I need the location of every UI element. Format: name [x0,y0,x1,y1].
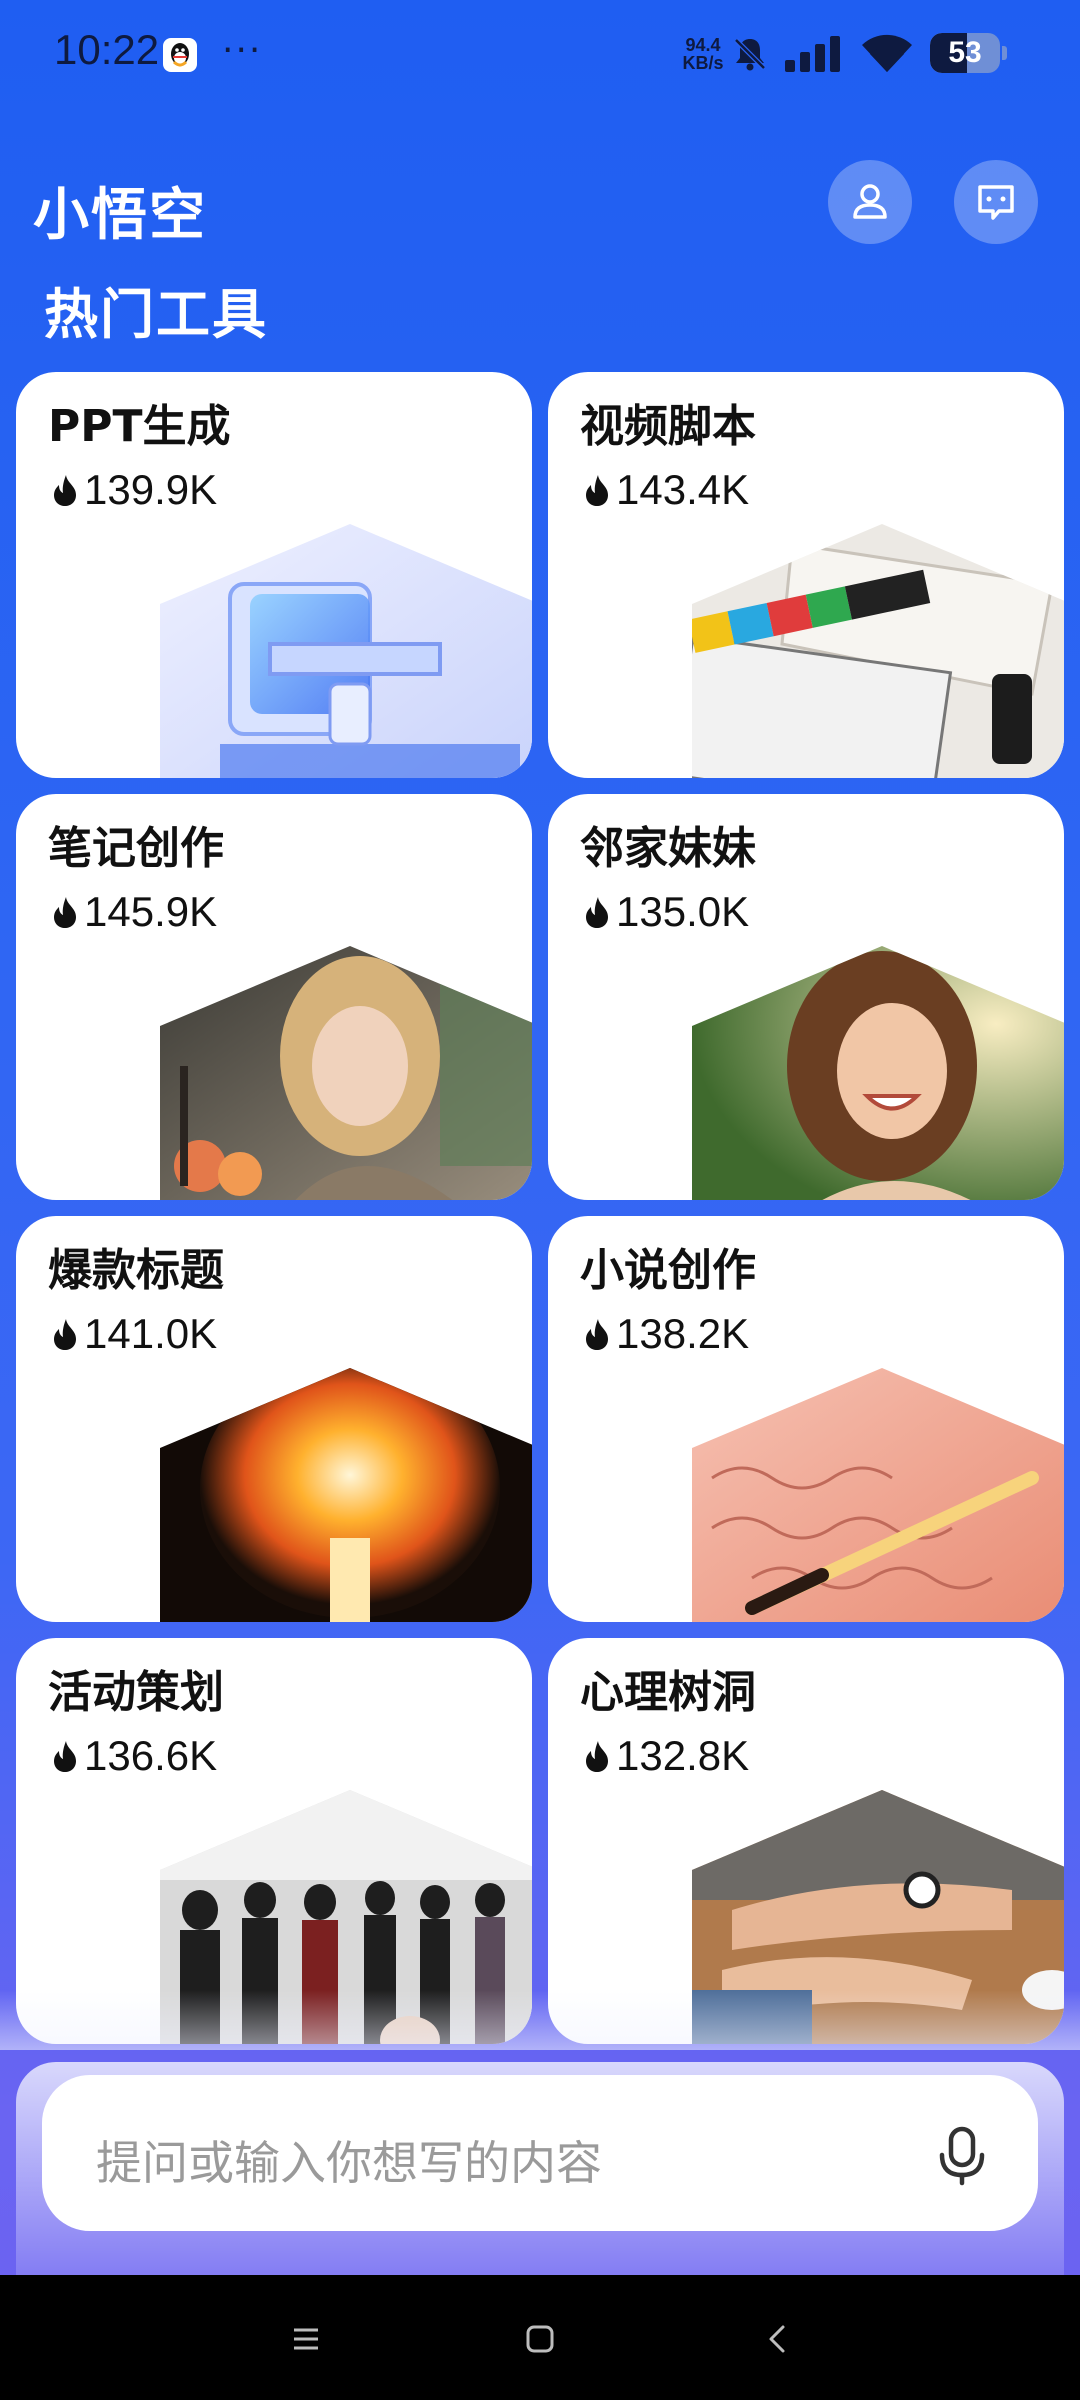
film-clapperboard-script-image [692,524,1064,778]
status-time: 10:22 [54,26,160,73]
chat-message-icon [978,185,1014,220]
tool-card-count: 139.9K [84,466,218,513]
tool-card-viral-titles[interactable]: 爆款标题 141.0K [16,1216,532,1622]
flame-icon [586,475,608,506]
tool-card-count: 145.9K [84,888,218,935]
tool-card-title: 小说创作 [580,1245,756,1296]
prompt-input[interactable]: 提问或输入你想写的内容 [42,2075,1038,2231]
tool-card-stat: 141.0K [50,1310,217,1358]
tool-card-note-writing[interactable]: 笔记创作 145.9K [16,794,532,1200]
flame-icon [586,1741,608,1772]
tool-card-stat: 139.9K [50,466,217,514]
tool-card-count: 138.2K [616,1310,750,1357]
messages-button[interactable] [954,160,1038,244]
holding-hands-comfort-image [692,1790,1064,2044]
flame-icon [54,1741,76,1772]
wifi-icon [862,34,912,72]
tool-card-title: 心理树洞 [580,1667,756,1718]
bell-muted-icon [734,38,766,71]
system-nav-bar [0,2275,1080,2400]
qq-icon [163,38,197,72]
tool-card-girl-next-door[interactable]: 邻家妹妹 135.0K [548,794,1064,1200]
flame-icon [586,897,608,928]
flame-icon [54,897,76,928]
tool-card-title: PPT生成 [48,401,231,452]
app-header: 小悟空 热门工具 [0,110,1080,346]
network-speed-value: 94.4 [685,35,721,55]
tool-card-count: 136.6K [84,1732,218,1779]
person-icon [853,184,887,219]
network-speed: 94.4 KB/s [673,36,733,72]
section-title: 热门工具 [44,283,268,346]
tool-card-stat: 143.4K [582,466,749,514]
signal-icon [785,36,840,72]
woman-portrait-cafe-image [160,946,532,1200]
profile-button[interactable] [828,160,912,244]
status-bar: 10:22 ··· 94.4 KB/s 53 [0,0,1080,110]
tool-card-title: 视频脚本 [580,401,756,452]
tool-card-title: 活动策划 [48,1667,224,1718]
tool-card-stat: 136.6K [50,1732,217,1780]
tool-card-count: 143.4K [616,466,750,513]
tool-card-count: 141.0K [84,1310,218,1357]
menu-icon[interactable] [284,2317,328,2361]
fountain-pen-handwriting-image [692,1368,1064,1622]
tool-card-count: 135.0K [616,888,750,935]
microphone-icon[interactable] [932,2123,992,2187]
tool-card-stat: 132.8K [582,1732,749,1780]
tool-card-title: 笔记创作 [48,823,224,874]
home-icon[interactable] [518,2317,562,2361]
tool-card-ppt[interactable]: PPT生成 139.9K [16,372,532,778]
tool-card-stat: 135.0K [582,888,749,936]
fiery-explosion-image [160,1368,532,1622]
tool-card-event-planning[interactable]: 活动策划 136.6K [16,1638,532,2044]
tool-card-video-script[interactable]: 视频脚本 143.4K [548,372,1064,778]
flame-icon [54,1319,76,1350]
tool-card-title: 爆款标题 [48,1245,224,1296]
status-more-dots: ··· [222,30,263,71]
tool-card-stat: 145.9K [50,888,217,936]
battery-icon: 53 [930,33,1008,73]
flame-icon [586,1319,608,1350]
event-crowd-party-image [160,1790,532,2044]
laughing-girl-sunlight-image [692,946,1064,1200]
glass-presentation-stand-image [160,524,532,778]
app-title: 小悟空 [33,183,207,248]
tool-card-count: 132.8K [616,1732,750,1779]
prompt-input-placeholder: 提问或输入你想写的内容 [96,2136,602,2190]
tool-card-novel-writing[interactable]: 小说创作 138.2K [548,1216,1064,1622]
flame-icon [54,475,76,506]
network-speed-unit: KB/s [682,53,724,73]
battery-level: 53 [948,36,982,69]
tool-card-title: 邻家妹妹 [580,823,756,874]
tool-card-tree-hole[interactable]: 心理树洞 132.8K [548,1638,1064,2044]
tool-card-stat: 138.2K [582,1310,749,1358]
back-icon[interactable] [756,2317,800,2361]
